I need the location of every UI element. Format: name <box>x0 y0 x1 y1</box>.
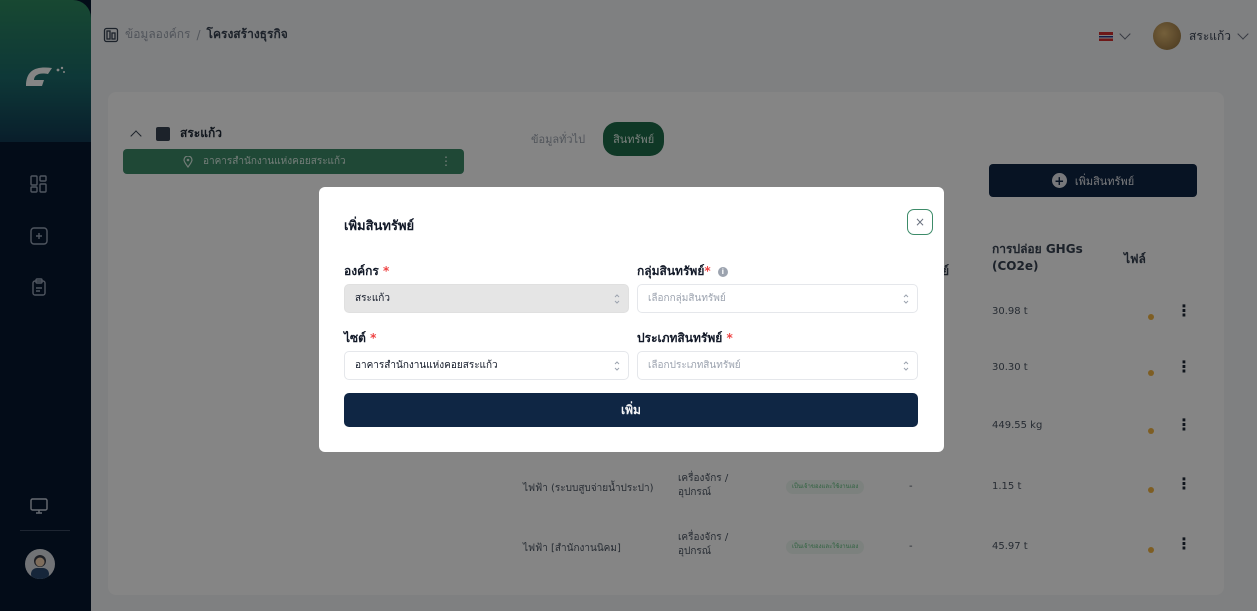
site-select-value: อาคารสำนักงานแห่งคอยสระแก้ว <box>355 360 498 371</box>
type-select[interactable]: เลือกประเภทสินทรัพย์ <box>637 351 918 380</box>
type-label-text: ประเภทสินทรัพย์ <box>637 331 723 345</box>
group-label-text: กลุ่มสินทรัพย์ <box>637 264 705 278</box>
add-asset-modal: เพิ่มสินทรัพย์ × องค์กร * สระแก้ว กลุ่มส… <box>319 187 944 452</box>
chevron-updown-icon <box>903 361 909 371</box>
group-select-placeholder: เลือกกลุ่มสินทรัพย์ <box>648 293 726 304</box>
info-icon[interactable]: i <box>717 266 728 277</box>
type-label: ประเภทสินทรัพย์ * <box>637 329 733 348</box>
group-label: กลุ่มสินทรัพย์* i <box>637 262 728 281</box>
site-label: ไซต์ * <box>344 329 376 348</box>
site-select[interactable]: อาคารสำนักงานแห่งคอยสระแก้ว <box>344 351 629 380</box>
submit-button[interactable]: เพิ่ม <box>344 393 918 427</box>
close-icon[interactable]: × <box>907 209 933 235</box>
org-label-text: องค์กร <box>344 264 379 278</box>
group-select[interactable]: เลือกกลุ่มสินทรัพย์ <box>637 284 918 313</box>
chevron-updown-icon <box>903 294 909 304</box>
org-label: องค์กร * <box>344 262 389 281</box>
chevron-updown-icon <box>614 294 620 304</box>
type-select-placeholder: เลือกประเภทสินทรัพย์ <box>648 360 741 371</box>
required-mark: * <box>726 331 733 345</box>
site-label-text: ไซต์ <box>344 331 366 345</box>
required-mark: * <box>704 264 711 278</box>
required-mark: * <box>370 331 377 345</box>
modal-title: เพิ่มสินทรัพย์ <box>344 219 415 234</box>
chevron-updown-icon <box>614 361 620 371</box>
required-mark: * <box>383 264 390 278</box>
org-select-value: สระแก้ว <box>355 293 390 304</box>
org-select[interactable]: สระแก้ว <box>344 284 629 313</box>
